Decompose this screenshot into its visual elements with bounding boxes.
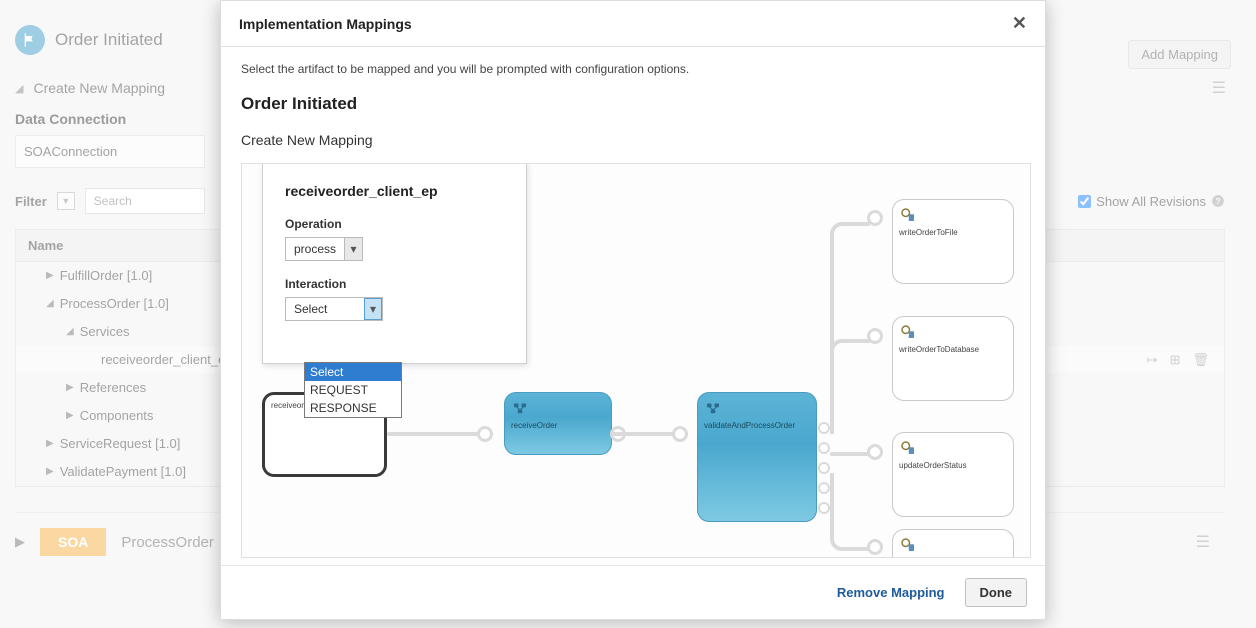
component-icon — [704, 399, 722, 419]
operation-label: Operation — [285, 217, 504, 231]
node-validate-process-order[interactable]: validateAndProcessOrder — [697, 392, 817, 522]
gear-file-icon — [899, 439, 917, 459]
implementation-mappings-dialog: Implementation Mappings ✕ Select the art… — [220, 0, 1046, 620]
dropdown-arrow-icon[interactable]: ▾ — [344, 238, 362, 260]
node-update-status[interactable]: updateOrderStatus — [892, 432, 1014, 517]
node-write-to-db[interactable]: writeOrderToDatabase — [892, 316, 1014, 401]
gear-file-icon — [899, 536, 917, 556]
gear-file-icon — [899, 323, 917, 343]
component-icon — [511, 399, 529, 419]
dialog-title: Implementation Mappings — [239, 16, 412, 32]
artifact-config-panel: receiveorder_client_ep Operation process… — [262, 163, 527, 364]
interaction-dropdown-list: Select REQUEST RESPONSE — [304, 362, 402, 418]
interaction-select[interactable]: Select ▾ — [285, 297, 383, 321]
remove-mapping-link[interactable]: Remove Mapping — [837, 585, 945, 600]
process-diagram: receiveorder_client_ep receiveOrder — [241, 163, 1031, 558]
node-write-to-file[interactable]: writeOrderToFile — [892, 199, 1014, 284]
dialog-section-title: Order Initiated — [241, 94, 1025, 114]
interaction-label: Interaction — [285, 277, 504, 291]
dropdown-option-select[interactable]: Select — [305, 363, 401, 381]
close-icon[interactable]: ✕ — [1012, 13, 1027, 34]
dropdown-option-request[interactable]: REQUEST — [305, 381, 401, 399]
dropdown-option-response[interactable]: RESPONSE — [305, 399, 401, 417]
node-validate-payment[interactable]: validatePaymentService — [892, 529, 1014, 558]
done-button[interactable]: Done — [965, 578, 1028, 607]
dialog-subtitle: Select the artifact to be mapped and you… — [241, 62, 1025, 76]
dropdown-arrow-icon[interactable]: ▾ — [364, 298, 382, 320]
popup-title: receiveorder_client_ep — [285, 183, 504, 199]
node-receiveorder[interactable]: receiveOrder — [504, 392, 612, 455]
operation-select[interactable]: process ▾ — [285, 237, 363, 261]
gear-file-icon — [899, 206, 917, 226]
dialog-section-subtitle: Create New Mapping — [241, 132, 1025, 148]
